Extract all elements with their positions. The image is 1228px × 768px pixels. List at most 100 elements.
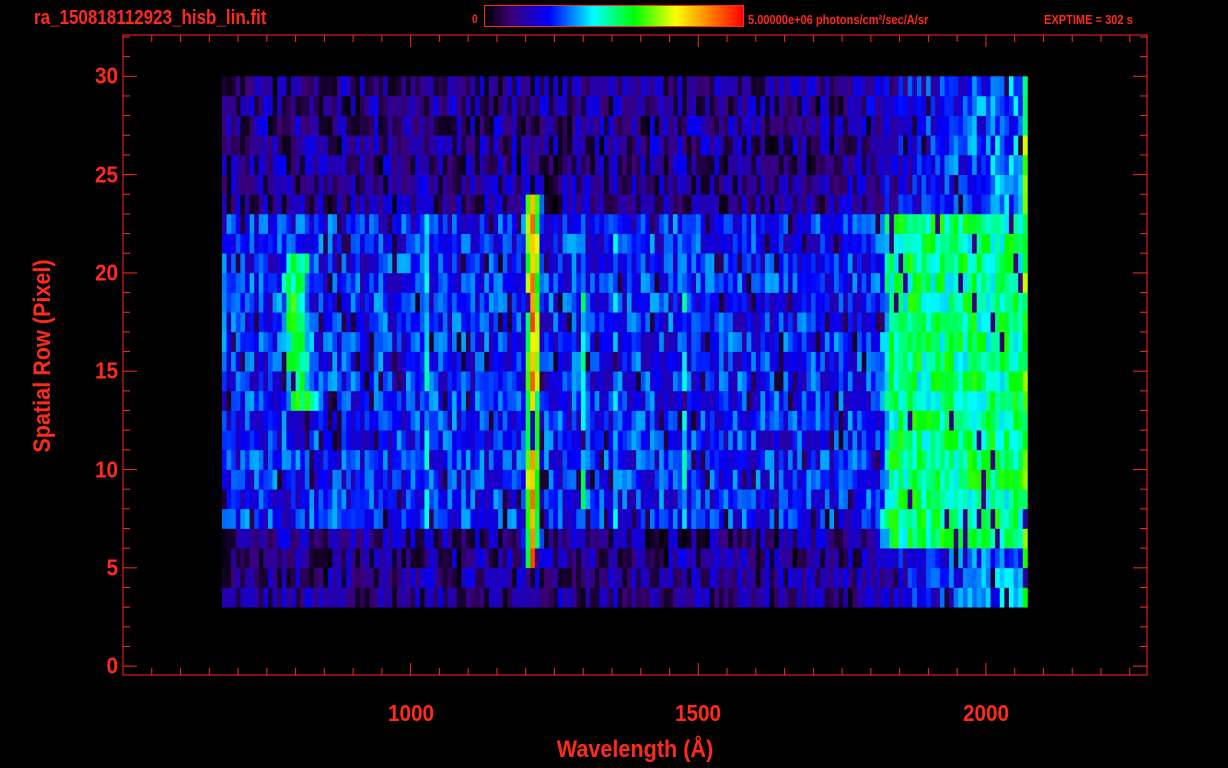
heatmap-cell (985, 469, 991, 490)
heatmap-cell (1008, 371, 1014, 392)
heatmap-cell (649, 469, 655, 490)
heatmap-cell (599, 548, 605, 569)
heatmap-cell (893, 449, 899, 470)
heatmap-cell (571, 213, 577, 234)
heatmap-cell (985, 154, 991, 175)
heatmap-cell (962, 528, 968, 549)
heatmap-cell (677, 115, 683, 136)
heatmap-cell (898, 213, 904, 234)
heatmap-cell (691, 548, 697, 569)
heatmap-cell (585, 312, 591, 333)
heatmap-cell (539, 76, 545, 97)
heatmap-cell (350, 233, 356, 254)
heatmap-cell (935, 548, 941, 569)
heatmap-cell (811, 135, 817, 156)
heatmap-cell (1008, 489, 1014, 510)
heatmap-cell (898, 449, 904, 470)
heatmap-cell (392, 528, 398, 549)
heatmap-cell (718, 410, 724, 431)
heatmap-cell (838, 76, 844, 97)
heatmap-cell (433, 508, 439, 529)
heatmap-cell (613, 587, 619, 608)
heatmap-cell (442, 154, 448, 175)
heatmap-cell (672, 253, 678, 274)
heatmap-cell (341, 449, 347, 470)
heatmap-cell (341, 253, 347, 274)
heatmap-cell (962, 95, 968, 116)
heatmap-cell (649, 312, 655, 333)
heatmap-cell (751, 351, 757, 372)
heatmap-cell (235, 430, 241, 451)
heatmap-cell (498, 174, 504, 195)
heatmap-cell (277, 115, 283, 136)
heatmap-cell (718, 351, 724, 372)
heatmap-cell (373, 390, 379, 411)
heatmap-cell (907, 76, 913, 97)
heatmap-cell (511, 135, 517, 156)
heatmap-cell (263, 154, 269, 175)
heatmap-cell (406, 154, 412, 175)
heatmap-cell (392, 469, 398, 490)
heatmap-cell (723, 154, 729, 175)
heatmap-cell (903, 587, 909, 608)
heatmap-cell (318, 449, 324, 470)
heatmap-cell (580, 312, 586, 333)
heatmap-cell (231, 351, 237, 372)
heatmap-cell (433, 233, 439, 254)
heatmap-cell (824, 95, 830, 116)
heatmap-cell (953, 213, 959, 234)
heatmap-cell (682, 292, 688, 313)
heatmap-cell (433, 253, 439, 274)
heatmap-cell (953, 567, 959, 588)
heatmap-cell (889, 528, 895, 549)
heatmap-cell (944, 587, 950, 608)
heatmap-cell (898, 331, 904, 352)
heatmap-cell (452, 194, 458, 215)
heatmap-cell (870, 390, 876, 411)
heatmap-cell (714, 548, 720, 569)
heatmap-cell (373, 253, 379, 274)
heatmap-cell (424, 410, 430, 431)
heatmap-cell (663, 567, 669, 588)
heatmap-cell (613, 213, 619, 234)
heatmap-cell (553, 371, 559, 392)
heatmap-cell (539, 587, 545, 608)
heatmap-cell (396, 351, 402, 372)
heatmap-cell (360, 135, 366, 156)
heatmap-cell (893, 194, 899, 215)
heatmap-cell (599, 76, 605, 97)
heatmap-cell (465, 331, 471, 352)
heatmap-cell (544, 371, 550, 392)
heatmap-cell (765, 115, 771, 136)
heatmap-cell (516, 528, 522, 549)
heatmap-cell (659, 390, 665, 411)
heatmap-cell (226, 410, 232, 431)
heatmap-cell (576, 528, 582, 549)
heatmap-cell (797, 410, 803, 431)
heatmap-cell (801, 194, 807, 215)
heatmap-cell (672, 430, 678, 451)
heatmap-cell (337, 469, 343, 490)
heatmap-cell (396, 430, 402, 451)
heatmap-cell (916, 548, 922, 569)
heatmap-cell (304, 469, 310, 490)
heatmap-cell (373, 174, 379, 195)
heatmap-cell (829, 213, 835, 234)
heatmap-cell (327, 469, 333, 490)
heatmap-cell (585, 410, 591, 431)
heatmap-cell (732, 272, 738, 293)
heatmap-cell (323, 508, 329, 529)
heatmap-cell (221, 213, 227, 234)
heatmap-cell (300, 174, 306, 195)
heatmap-cell (585, 430, 591, 451)
heatmap-cell (935, 292, 941, 313)
heatmap-cell (866, 508, 872, 529)
heatmap-cell (221, 430, 227, 451)
heatmap-cell (663, 95, 669, 116)
heatmap-cell (737, 390, 743, 411)
heatmap-cell (944, 528, 950, 549)
heatmap-cell (797, 567, 803, 588)
heatmap-cell (811, 76, 817, 97)
heatmap-cell (415, 469, 421, 490)
heatmap-cell (313, 508, 319, 529)
